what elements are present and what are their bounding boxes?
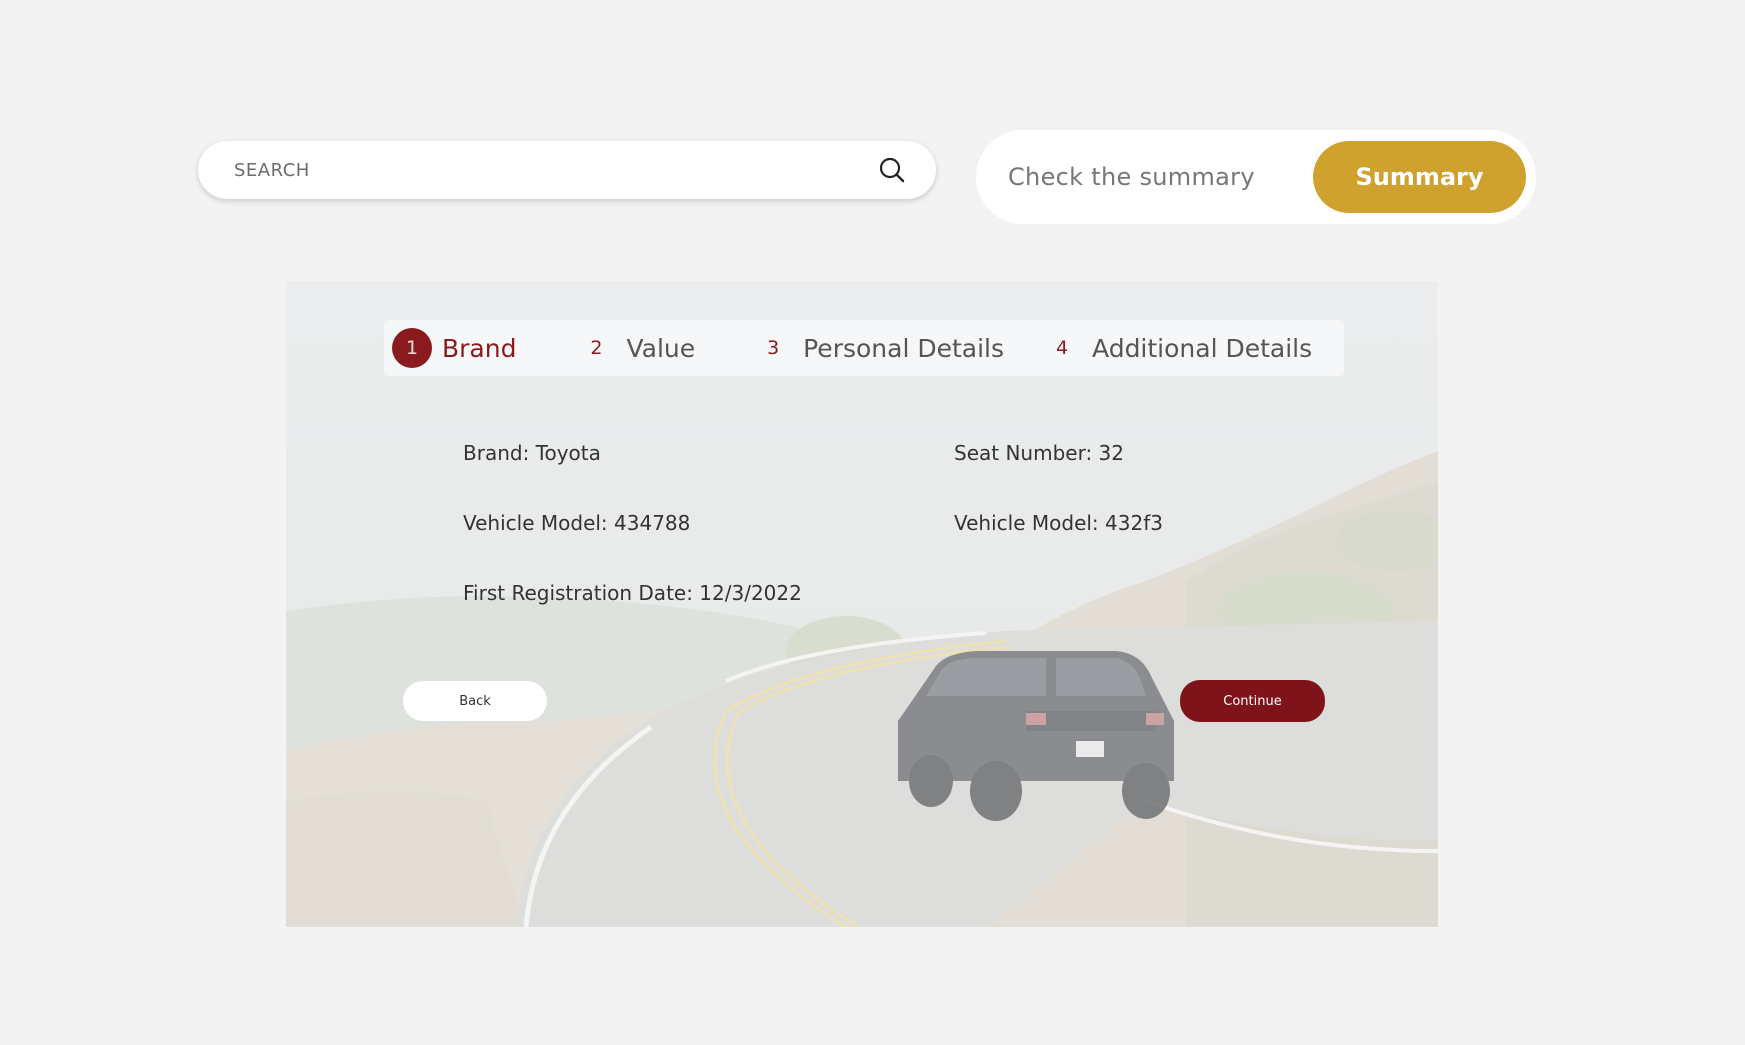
summary-panel: Check the summary Summary [976,130,1536,224]
seat-number-detail: Seat Number: 32 [954,441,1124,465]
step-additional-details[interactable]: 4 Additional Details [1042,328,1312,368]
step-number: 4 [1055,337,1069,359]
summary-button[interactable]: Summary [1313,141,1526,213]
search-bar[interactable] [198,141,936,199]
step-brand[interactable]: 1 Brand [392,328,516,368]
step-value[interactable]: 2 Value [576,328,695,368]
vehicle-model-detail: Vehicle Model: 434788 [463,511,691,535]
first-registration-detail: First Registration Date: 12/3/2022 [463,581,802,605]
image-overlay [286,281,1438,927]
continue-button[interactable]: Continue [1180,680,1325,722]
brand-detail: Brand: Toyota [463,441,601,465]
step-number: 1 [392,328,432,368]
back-button[interactable]: Back [403,681,547,721]
search-input[interactable] [232,158,878,182]
progress-stepper: 1 Brand 2 Value 3 Personal Details 4 Add… [384,320,1344,376]
step-label: Personal Details [803,333,1005,363]
step-label: Additional Details [1092,333,1313,363]
step-personal-details[interactable]: 3 Personal Details [753,328,1004,368]
summary-prompt: Check the summary [1008,163,1255,191]
search-icon[interactable] [878,156,906,184]
vehicle-model-detail: Vehicle Model: 432f3 [954,511,1163,535]
step-number: 3 [767,337,780,359]
step-number: 2 [590,337,603,359]
step-label: Value [626,333,696,363]
vehicle-form-card: 1 Brand 2 Value 3 Personal Details 4 Add… [286,281,1438,927]
step-label: Brand [442,333,517,363]
